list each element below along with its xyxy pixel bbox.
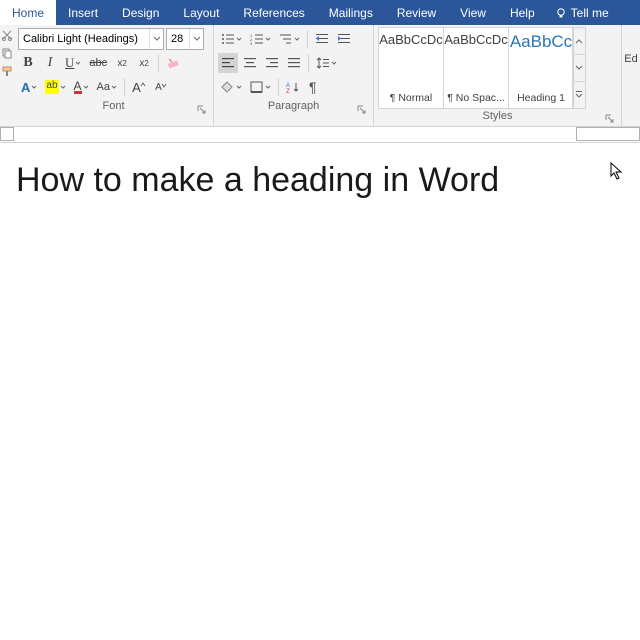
italic-button[interactable]: I: [40, 53, 60, 73]
clipboard-group-partial: [0, 25, 14, 126]
copy-icon[interactable]: [1, 47, 13, 59]
justify-button[interactable]: [284, 53, 304, 73]
tell-me-search[interactable]: Tell me: [547, 0, 617, 25]
svg-text:3: 3: [250, 41, 253, 45]
ruler[interactable]: [0, 127, 640, 143]
numbering-button[interactable]: 123: [247, 29, 274, 49]
font-group-label: Font: [102, 100, 124, 112]
change-case-button[interactable]: Aa: [94, 77, 120, 97]
eraser-icon: [166, 56, 182, 70]
tab-design[interactable]: Design: [110, 0, 171, 25]
styles-scroll-up[interactable]: [573, 28, 585, 55]
svg-text:¶: ¶: [309, 80, 317, 94]
line-spacing-button[interactable]: [313, 53, 340, 73]
styles-expand[interactable]: [573, 82, 585, 108]
tab-home[interactable]: Home: [0, 0, 56, 25]
show-marks-button[interactable]: ¶: [305, 77, 325, 97]
format-painter-icon[interactable]: [1, 65, 13, 77]
clear-formatting-button[interactable]: [163, 53, 185, 73]
cut-icon[interactable]: [1, 29, 13, 41]
font-size-input[interactable]: [167, 33, 189, 45]
font-dialog-launcher[interactable]: [197, 105, 207, 115]
font-name-dropdown[interactable]: [149, 29, 163, 49]
increase-indent-button[interactable]: [334, 29, 354, 49]
tab-layout[interactable]: Layout: [171, 0, 231, 25]
mouse-cursor-icon: [610, 162, 624, 180]
font-name-combo[interactable]: [18, 28, 164, 50]
editing-label: Ed: [624, 53, 637, 65]
align-left-button[interactable]: [218, 53, 238, 73]
decrease-indent-button[interactable]: [312, 29, 332, 49]
highlight-button[interactable]: ab: [42, 77, 68, 97]
ribbon-tabs: Home Insert Design Layout References Mai…: [0, 0, 640, 25]
font-color-button[interactable]: A: [71, 77, 92, 97]
align-right-button[interactable]: [262, 53, 282, 73]
style-preview-normal: AaBbCcDc: [379, 32, 443, 47]
tab-view[interactable]: View: [448, 0, 498, 25]
font-size-combo[interactable]: [166, 28, 204, 50]
tab-mailings[interactable]: Mailings: [317, 0, 385, 25]
tab-references[interactable]: References: [231, 0, 316, 25]
style-preview-heading1: AaBbCc: [510, 32, 572, 52]
grow-font-button[interactable]: A: [129, 77, 149, 97]
style-preview-nospacing: AaBbCcDc: [444, 32, 508, 47]
superscript-button[interactable]: x2: [134, 53, 154, 73]
style-normal[interactable]: AaBbCcDc ¶ Normal: [378, 27, 444, 109]
font-name-input[interactable]: [19, 33, 149, 45]
paragraph-dialog-launcher[interactable]: [357, 105, 367, 115]
ribbon: B I U abc x2 x2 A ab A Aa A A Font 123: [0, 25, 640, 127]
font-group: B I U abc x2 x2 A ab A Aa A A Font: [14, 25, 214, 126]
tab-insert[interactable]: Insert: [56, 0, 110, 25]
font-size-dropdown[interactable]: [189, 29, 203, 49]
styles-dialog-launcher[interactable]: [605, 114, 615, 124]
strikethrough-button[interactable]: abc: [86, 53, 110, 73]
svg-text:Z: Z: [286, 89, 290, 93]
subscript-button[interactable]: x2: [112, 53, 132, 73]
paragraph-group-label: Paragraph: [268, 100, 319, 112]
style-no-spacing[interactable]: AaBbCcDc ¶ No Spac...: [443, 27, 509, 109]
ruler-right-margin: [576, 127, 640, 141]
tab-selector[interactable]: [0, 127, 14, 141]
styles-group-label: Styles: [483, 110, 513, 122]
document-heading-text[interactable]: How to make a heading in Word: [16, 161, 624, 200]
document-page[interactable]: How to make a heading in Word: [0, 143, 640, 218]
text-effects-button[interactable]: A: [18, 77, 40, 97]
styles-group: AaBbCcDc ¶ Normal AaBbCcDc ¶ No Spac... …: [374, 25, 622, 126]
tell-me-label: Tell me: [571, 6, 609, 20]
shrink-font-button[interactable]: A: [151, 77, 171, 97]
borders-button[interactable]: [247, 77, 274, 97]
bold-button[interactable]: B: [18, 53, 38, 73]
underline-button[interactable]: U: [62, 53, 84, 73]
paragraph-group: 123 AZ ¶ Paragraph: [214, 25, 374, 126]
sort-button[interactable]: AZ: [283, 77, 303, 97]
multilevel-list-button[interactable]: [276, 29, 303, 49]
bullets-button[interactable]: [218, 29, 245, 49]
styles-gallery-scroll: [572, 27, 586, 109]
lightbulb-icon: [555, 7, 567, 19]
style-heading-1[interactable]: AaBbCc Heading 1: [508, 27, 574, 109]
shading-button[interactable]: [218, 77, 245, 97]
styles-scroll-down[interactable]: [573, 55, 585, 82]
align-center-button[interactable]: [240, 53, 260, 73]
tab-help[interactable]: Help: [498, 0, 547, 25]
tab-review[interactable]: Review: [385, 0, 448, 25]
editing-group-partial: Ed: [622, 25, 640, 126]
